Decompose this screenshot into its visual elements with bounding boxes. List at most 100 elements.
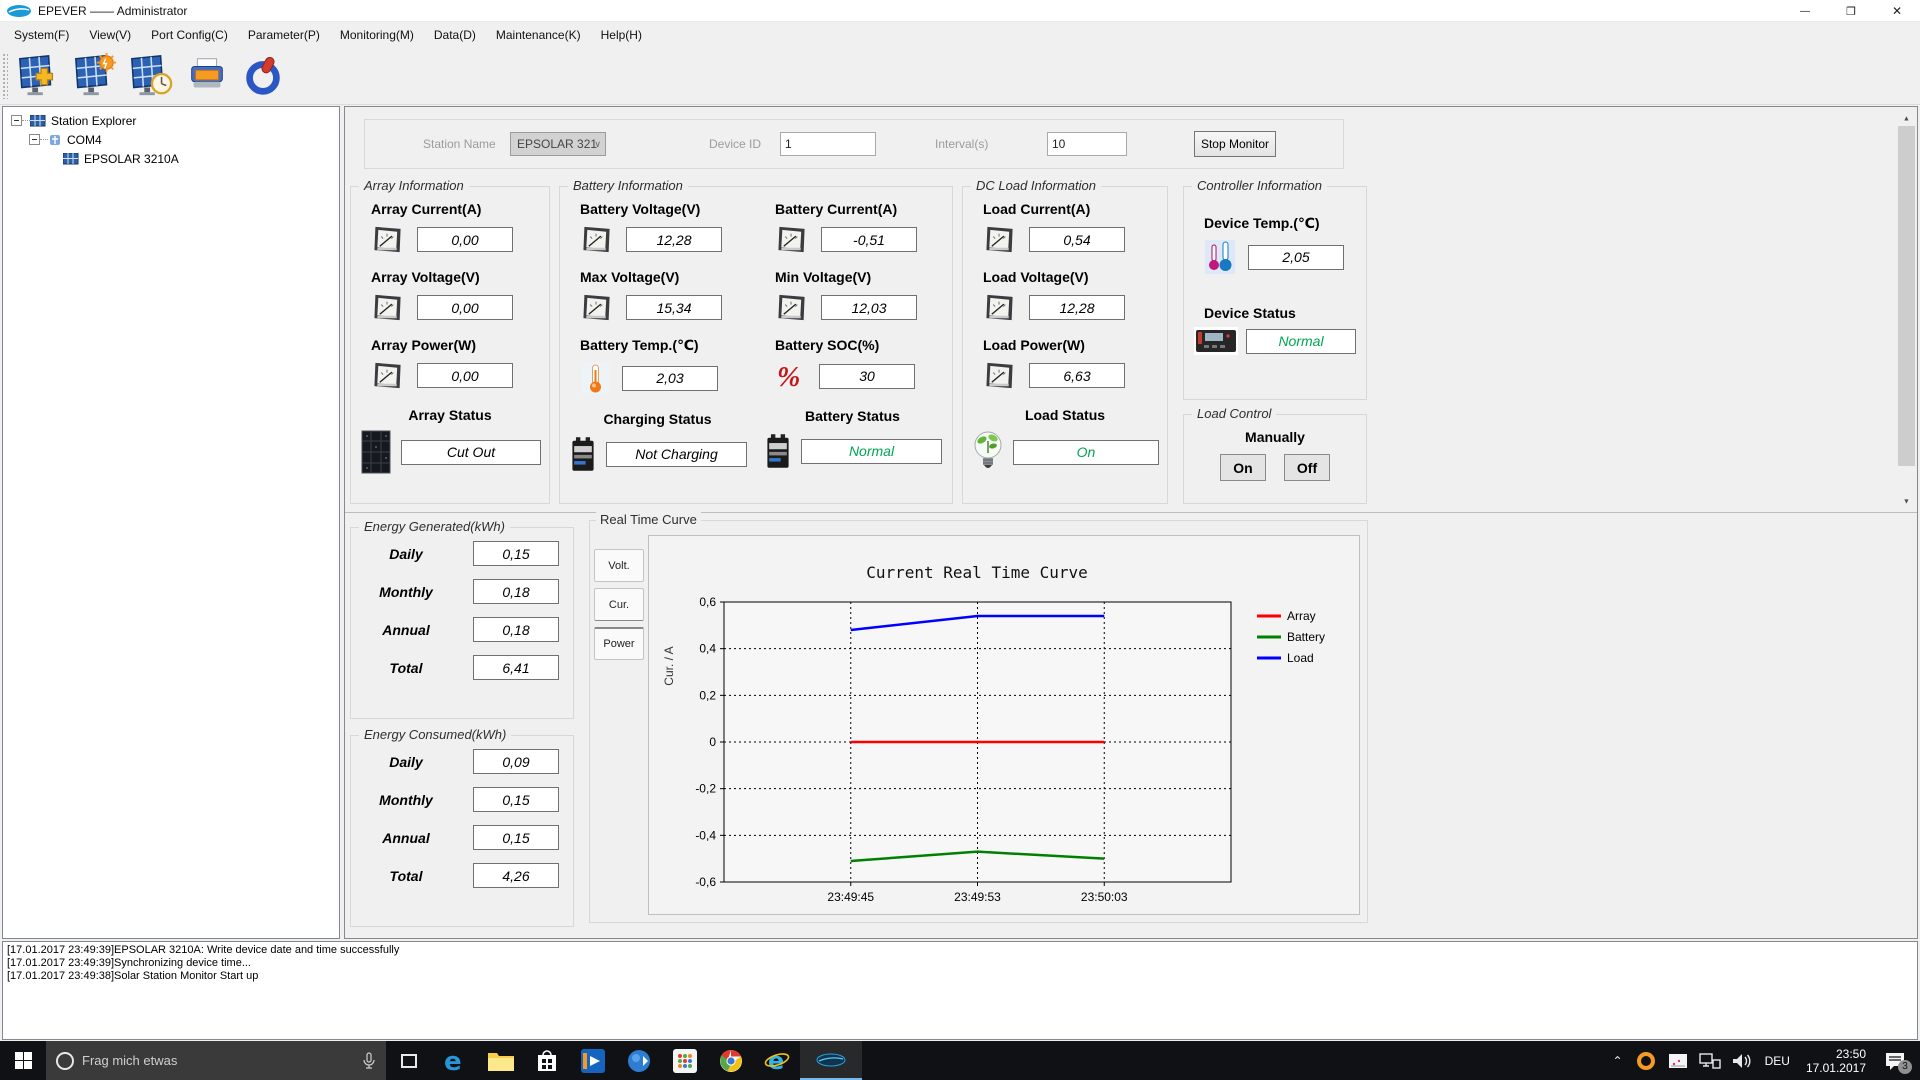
array-voltage-value: 0,00 (417, 295, 513, 320)
gen-annual-value: 0,18 (473, 617, 559, 642)
interval-input[interactable] (1047, 132, 1127, 156)
tab-volt[interactable]: Volt. (594, 549, 644, 582)
battery-icon (767, 434, 789, 468)
tab-power[interactable]: Power (594, 627, 644, 660)
battery-status-value: Normal (801, 438, 942, 464)
language-indicator[interactable]: DEU (1761, 1054, 1794, 1068)
file-explorer-icon[interactable] (478, 1041, 524, 1080)
minimize-button[interactable] (1782, 0, 1828, 22)
load-off-button[interactable]: Off (1284, 454, 1330, 481)
device-status-value: Normal (1246, 328, 1356, 354)
app-window: EPEVER —— Administrator System(F) View(V… (0, 0, 1920, 1080)
tray-expand-icon[interactable] (1609, 1054, 1627, 1068)
toolbar-drag-handle[interactable] (2, 53, 8, 99)
chrome-icon[interactable] (708, 1041, 754, 1080)
panel-title: Load Control (1192, 406, 1277, 421)
thermometer-icon (581, 362, 609, 394)
clock[interactable]: 23:50 17.01.2017 (1800, 1047, 1872, 1075)
battery-soc-value: 30 (819, 363, 915, 389)
cortana-icon (56, 1051, 74, 1070)
load-voltage-value: 12,28 (1029, 295, 1125, 320)
svg-text:-0,2: -0,2 (695, 782, 716, 796)
tray-app-icon[interactable] (1633, 1048, 1659, 1074)
svg-text:Load: Load (1287, 651, 1314, 665)
add-station-icon[interactable] (14, 51, 64, 101)
gauge-icon (582, 226, 611, 253)
menu-data[interactable]: Data(D) (424, 24, 486, 46)
menu-parameter[interactable]: Parameter(P) (238, 24, 330, 46)
epever-app-taskbar-button[interactable] (800, 1041, 862, 1080)
gauge-icon (373, 294, 402, 321)
task-view-button[interactable] (386, 1041, 432, 1080)
tab-cur[interactable]: Cur. (594, 588, 644, 621)
svg-text:0,4: 0,4 (699, 642, 716, 656)
solar-panel-icon (361, 430, 391, 474)
device-id-input[interactable] (780, 132, 876, 156)
edge-icon[interactable]: e (432, 1041, 478, 1080)
start-button[interactable] (0, 1041, 46, 1080)
volume-icon[interactable] (1729, 1048, 1755, 1074)
collapse-icon[interactable] (29, 134, 40, 145)
controller-icon (1194, 327, 1238, 355)
close-button[interactable] (1874, 0, 1920, 22)
search-placeholder: Frag mich etwas (82, 1053, 178, 1068)
menu-help[interactable]: Help(H) (591, 24, 652, 46)
search-input[interactable]: Frag mich etwas (46, 1041, 386, 1080)
array-power-value: 0,00 (417, 363, 513, 388)
network-icon[interactable] (1697, 1048, 1723, 1074)
station-name-label: Station Name (423, 137, 496, 151)
menu-view[interactable]: View(V) (79, 24, 141, 46)
gen-monthly-value: 0,18 (473, 579, 559, 604)
collapse-icon[interactable] (11, 115, 22, 126)
controller-information-panel: Controller Information Device Temp.(℃) 2… (1183, 178, 1367, 400)
energy-consumed-panel: Energy Consumed(kWh) Daily 0,09 Monthly 0,… (350, 727, 574, 927)
gauge-icon (582, 294, 611, 321)
action-center-button[interactable]: 3 (1878, 1048, 1912, 1074)
tree-item-station-explorer[interactable]: Station Explorer (11, 111, 339, 130)
interval-label: Interval(s) (935, 137, 989, 151)
stop-monitor-button[interactable]: Stop Monitor (1194, 131, 1276, 157)
scroll-down-icon[interactable] (1898, 492, 1915, 509)
gauge-icon (985, 362, 1014, 389)
load-on-button[interactable]: On (1220, 454, 1266, 481)
tree-item-epsolar-3210a[interactable]: EPSOLAR 3210A (63, 149, 339, 168)
microphone-icon[interactable] (362, 1051, 376, 1070)
gen-daily-value: 0,15 (473, 541, 559, 566)
app-grid-icon[interactable] (662, 1041, 708, 1080)
con-annual-value: 0,15 (473, 825, 559, 850)
svg-text:Battery: Battery (1287, 630, 1325, 644)
gauge-icon (985, 294, 1014, 321)
battery-voltage-value: 12,28 (626, 227, 722, 252)
device-icon (63, 152, 79, 164)
svg-text:0,2: 0,2 (699, 688, 716, 702)
chart-title: Current Real Time Curve (866, 563, 1088, 582)
epever-logo-icon (816, 1053, 846, 1066)
energy-generated-panel: Energy Generated(kWh) Daily 0,15 Monthly 0… (350, 519, 574, 719)
window-title: EPEVER —— Administrator (38, 3, 188, 18)
realtime-data-icon[interactable] (126, 51, 176, 101)
exit-icon[interactable] (238, 51, 288, 101)
menu-maintenance[interactable]: Maintenance(K) (486, 24, 591, 46)
menu-monitoring[interactable]: Monitoring(M) (330, 24, 424, 46)
scrollbar-thumb[interactable] (1898, 126, 1915, 466)
station-name-select[interactable]: EPSOLAR 321 (510, 132, 606, 156)
restore-button[interactable] (1828, 0, 1874, 22)
media-player-icon[interactable] (616, 1041, 662, 1080)
menu-port-config[interactable]: Port Config(C) (141, 24, 238, 46)
store-icon[interactable] (524, 1041, 570, 1080)
real-time-curve-panel: Real Time Curve Volt. Cur. Power Current… (589, 512, 1368, 923)
tree-item-com4[interactable]: COM4 (29, 130, 339, 149)
internet-explorer-icon[interactable]: e (754, 1041, 800, 1080)
station-monitor-icon[interactable] (70, 51, 120, 101)
vertical-scrollbar[interactable] (1898, 109, 1915, 509)
charging-status-value: Not Charging (606, 441, 747, 467)
panel-title: Real Time Curve (596, 512, 701, 527)
scroll-up-icon[interactable] (1898, 109, 1915, 126)
movies-tv-icon[interactable] (570, 1041, 616, 1080)
menu-system[interactable]: System(F) (4, 24, 79, 46)
svg-text:23:49:45: 23:49:45 (827, 890, 874, 904)
svg-text:Array: Array (1287, 609, 1316, 623)
tray-monitor-app-icon[interactable] (1665, 1048, 1691, 1074)
print-icon[interactable] (182, 51, 232, 101)
con-daily-value: 0,09 (473, 749, 559, 774)
